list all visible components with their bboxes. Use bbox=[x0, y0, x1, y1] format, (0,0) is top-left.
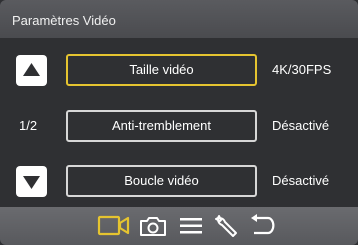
scroll-up-button[interactable] bbox=[16, 55, 47, 86]
settings-row-loop-video: Boucle vidéo Désactivé bbox=[0, 163, 358, 203]
menu-icon[interactable] bbox=[178, 213, 204, 239]
settings-row-video-size: Taille vidéo 4K/30FPS bbox=[0, 52, 358, 92]
arrow-down-icon bbox=[23, 176, 40, 189]
wrench-icon[interactable] bbox=[213, 213, 239, 239]
bottom-toolbar bbox=[0, 207, 358, 245]
page-title: Paramètres Vidéo bbox=[0, 0, 358, 38]
arrow-up-icon bbox=[23, 63, 40, 76]
scroll-down-button[interactable] bbox=[16, 166, 47, 197]
loop-video-value: Désactivé bbox=[272, 173, 330, 188]
page-indicator: 1/2 bbox=[19, 118, 38, 133]
loop-video-button[interactable]: Boucle vidéo bbox=[66, 165, 257, 197]
video-icon[interactable] bbox=[97, 213, 131, 239]
back-icon[interactable] bbox=[248, 213, 276, 239]
settings-row-anti-shake: 1/2 Anti-tremblement Désactivé bbox=[0, 108, 358, 148]
video-size-value: 4K/30FPS bbox=[272, 62, 332, 77]
camera-icon[interactable] bbox=[139, 213, 167, 239]
anti-shake-value: Désactivé bbox=[272, 118, 330, 133]
video-settings-screen: Paramètres Vidéo Taille vidéo 4K/30FPS 1… bbox=[0, 0, 358, 245]
video-size-button[interactable]: Taille vidéo bbox=[66, 54, 257, 86]
anti-shake-button[interactable]: Anti-tremblement bbox=[66, 110, 257, 142]
